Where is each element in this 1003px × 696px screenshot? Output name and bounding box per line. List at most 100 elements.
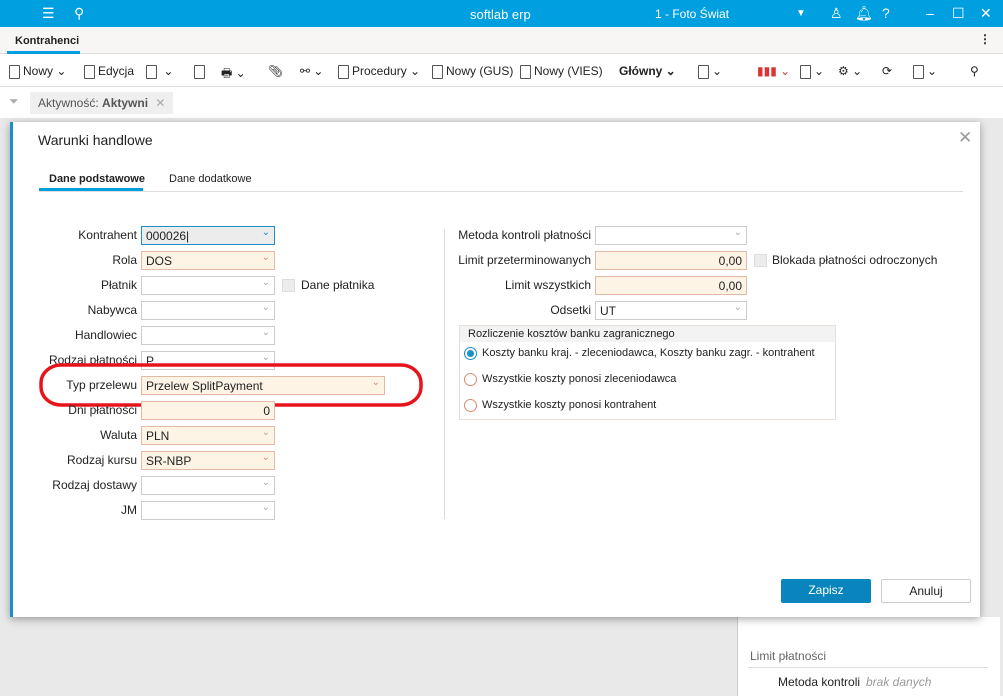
close-window-icon[interactable]: ✕ [980, 5, 992, 22]
tab-basic-data[interactable]: Dane podstawowe [49, 173, 145, 185]
settings-icon: ⚙ [838, 64, 849, 78]
chevron-down-icon[interactable]: ⌄ [262, 502, 270, 513]
help-icon[interactable]: ? [882, 5, 890, 21]
refresh-button[interactable]: ⟳ [882, 64, 892, 78]
interest-label: Odsetki [550, 303, 591, 317]
filter-bar: ⏷ Aktywność: Aktywni ✕ [0, 88, 1003, 118]
new-vies-button[interactable]: Nowy (VIES) [520, 64, 603, 79]
edit-button[interactable]: Edycja [84, 64, 134, 79]
bank-costs-option-2-radio[interactable] [464, 373, 477, 386]
minimize-icon[interactable]: – [926, 5, 934, 21]
export-button[interactable]: ⌄ [800, 64, 824, 79]
payment-days-field[interactable]: 0 [141, 401, 275, 420]
currency-label: Waluta [100, 428, 137, 442]
search-filter-button[interactable]: ⚲ [970, 64, 979, 78]
block-deferred-checkbox[interactable] [754, 254, 767, 267]
salesperson-field[interactable]: ⌄ [141, 326, 275, 345]
more-options-icon[interactable]: ⋮ [979, 32, 991, 46]
edit-label: Edycja [98, 64, 135, 78]
print-button[interactable]: 🖶 ⌄ [221, 64, 246, 85]
control-method-field[interactable]: ⌄ [595, 226, 747, 245]
search-icon[interactable]: ⚲ [74, 5, 84, 22]
interest-field[interactable]: UT ⌄ [595, 301, 747, 320]
new-vies-label: Nowy (VIES) [534, 64, 603, 78]
info-button[interactable]: ⌄ [146, 64, 173, 79]
payer-data-checkbox[interactable] [282, 279, 295, 292]
total-limit-label: Limit wszystkich [504, 278, 591, 292]
procedures-button[interactable]: Procedury ⌄ [338, 64, 420, 79]
chevron-down-icon[interactable]: ⌄ [262, 302, 270, 313]
remove-filter-icon[interactable]: ✕ [155, 96, 165, 110]
chevron-down-icon[interactable]: ▼ [796, 8, 806, 19]
filter-value: Aktywni [102, 96, 149, 110]
view-selector[interactable]: Główny ⌄ [619, 64, 676, 78]
chevron-down-icon[interactable]: ⌄ [262, 277, 270, 288]
chevron-down-icon[interactable]: ⌄ [262, 327, 270, 338]
app-title: softlab erp [470, 7, 531, 22]
calculator-document-icon [698, 64, 709, 79]
document-menu-button[interactable]: ⌄ [698, 64, 722, 79]
delivery-type-field[interactable]: ⌄ [141, 476, 275, 495]
limit-section-title: Limit płatności [750, 649, 827, 663]
paperclip-icon: 📎︎ [268, 64, 284, 78]
chevron-down-icon[interactable]: ⌄ [262, 227, 270, 238]
bank-costs-title: Rozliczenie kosztów banku zagranicznego [460, 326, 835, 342]
chevron-down-icon[interactable]: ⌄ [262, 252, 270, 263]
close-dialog-icon[interactable]: ✕ [958, 128, 972, 148]
chevron-down-icon[interactable]: ⌄ [262, 477, 270, 488]
procedure-icon [338, 64, 349, 79]
links-button[interactable]: ⚯ ⌄ [300, 64, 323, 78]
new-gus-button[interactable]: Nowy (GUS) [432, 64, 513, 79]
currency-field[interactable]: PLN ⌄ [141, 426, 275, 445]
filter-icon[interactable]: ⏷ [9, 94, 19, 109]
chevron-down-icon[interactable]: ⌄ [262, 352, 270, 363]
chevron-down-icon[interactable]: ⌄ [734, 227, 742, 238]
payer-field[interactable]: ⌄ [141, 276, 275, 295]
filter-chip[interactable]: Aktywność: Aktywni ✕ [30, 92, 174, 114]
company-selector[interactable]: 1 - Foto Świat [655, 7, 729, 21]
save-button[interactable]: Zapisz [781, 579, 871, 603]
chart-button[interactable]: ▮▮▮ ⌄ [757, 64, 790, 78]
buyer-label: Nabywca [87, 303, 137, 317]
chevron-down-icon[interactable]: ⌄ [262, 427, 270, 438]
bell-icon[interactable]: 🔔︎ [855, 5, 873, 22]
hamburger-menu-icon[interactable]: ☰ [42, 5, 55, 22]
layout-icon [913, 64, 924, 79]
contractor-field[interactable]: 000026| ⌄ [141, 226, 275, 245]
new-document-icon [9, 64, 20, 79]
info-document-icon [146, 64, 157, 79]
attachment-button[interactable]: 📎︎ [268, 64, 283, 78]
delete-button[interactable] [194, 64, 208, 79]
delete-document-icon [194, 64, 205, 79]
link-icon: ⚯ [300, 64, 311, 78]
contractor-label: Kontrahent [78, 228, 137, 242]
role-value: DOS [146, 254, 173, 268]
filter-label: Aktywność: [38, 96, 99, 110]
contractor-value: 000026 [146, 229, 187, 243]
buyer-field[interactable]: ⌄ [141, 301, 275, 320]
user-icon[interactable]: ♙ [830, 5, 843, 22]
bank-costs-option-1-radio[interactable] [464, 347, 477, 360]
tab-kontrahenci[interactable]: Kontrahenci [15, 35, 79, 47]
settings-button[interactable]: ⚙ ⌄ [838, 64, 862, 78]
chevron-down-icon[interactable]: ⌄ [262, 452, 270, 463]
total-limit-field[interactable]: 0,00 [595, 276, 747, 295]
payer-data-label: Dane płatnika [301, 278, 375, 292]
maximize-icon[interactable]: ☐ [952, 5, 965, 22]
cancel-button[interactable]: Anuluj [881, 579, 971, 603]
edit-document-icon [84, 64, 95, 79]
view-label: Główny [619, 64, 663, 78]
control-method-value: brak danych [866, 675, 932, 689]
role-field[interactable]: DOS ⌄ [141, 251, 275, 270]
unit-field[interactable]: ⌄ [141, 501, 275, 520]
layout-button[interactable]: ⌄ [913, 64, 937, 79]
overdue-limit-label: Limit przeterminowanych [458, 253, 591, 267]
bank-costs-option-3-radio[interactable] [464, 399, 477, 412]
chevron-down-icon[interactable]: ⌄ [734, 302, 742, 313]
rate-type-field[interactable]: SR-NBP ⌄ [141, 451, 275, 470]
tab-bar: Kontrahenci ⋮ [0, 27, 1003, 54]
tab-additional-data[interactable]: Dane dodatkowe [169, 173, 252, 185]
payment-days-label: Dni płatności [68, 403, 137, 417]
overdue-limit-field[interactable]: 0,00 [595, 251, 747, 270]
new-button[interactable]: Nowy ⌄ [9, 64, 66, 79]
